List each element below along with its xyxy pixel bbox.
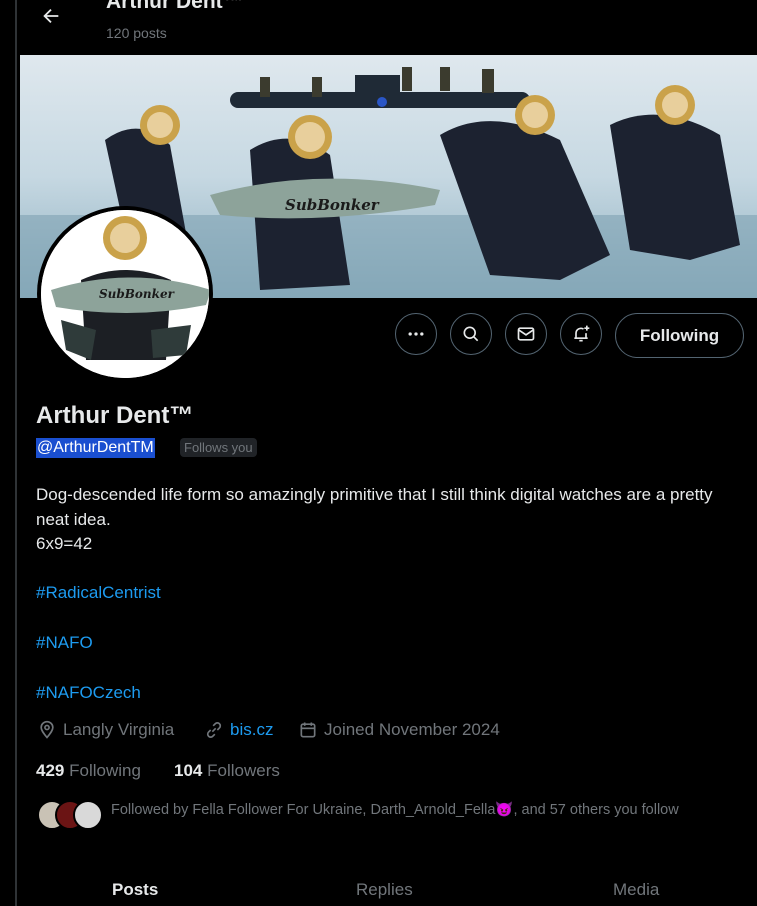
more-icon	[408, 332, 424, 336]
search-button[interactable]	[450, 313, 492, 355]
followers-count: 104	[174, 761, 203, 780]
join-date-text: Joined November 2024	[324, 720, 500, 739]
link-icon	[206, 722, 222, 738]
header-title: Arthur Dent™	[106, 0, 244, 13]
location-text: Langly Virginia	[63, 720, 175, 739]
back-button[interactable]	[33, 0, 69, 32]
display-name: Arthur Dent™	[36, 402, 194, 429]
join-date: Joined November 2024	[298, 720, 500, 740]
profile-page: Arthur Dent™ 120 posts SubBonker SubBonk…	[0, 0, 757, 906]
banner-shark-text: SubBonker	[285, 196, 380, 214]
location-pin-icon	[40, 720, 54, 739]
bio-line: 6x9=42	[36, 534, 93, 553]
bio: Dog-descended life form so amazingly pri…	[36, 483, 748, 557]
bell-plus-icon	[574, 325, 590, 342]
followed-by-text[interactable]: Followed by Fella Follower For Ukraine, …	[111, 800, 731, 820]
following-label: Following	[69, 761, 141, 780]
avatar-image: SubBonker	[41, 210, 209, 378]
hashtag-link[interactable]: #RadicalCentrist	[36, 583, 161, 603]
avatar[interactable]: SubBonker	[37, 206, 213, 382]
search-icon	[463, 326, 479, 342]
following-count: 429	[36, 761, 65, 780]
tab-replies[interactable]: Replies	[356, 880, 413, 900]
follows-you-badge: Follows you	[180, 438, 257, 457]
envelope-icon	[517, 327, 535, 341]
header-post-count: 120 posts	[106, 25, 167, 41]
devil-emoji-icon: 😈	[495, 802, 514, 818]
followers-label: Followers	[207, 761, 280, 780]
more-button[interactable]	[395, 313, 437, 355]
avatar	[73, 800, 103, 830]
hashtag-link[interactable]: #NAFO	[36, 633, 93, 653]
profile-header: Arthur Dent™ 120 posts	[17, 0, 757, 52]
calendar-icon	[300, 722, 316, 738]
location: Langly Virginia	[37, 720, 174, 740]
avatar-shark-text: SubBonker	[99, 287, 176, 301]
following-count-link[interactable]: 429 Following	[36, 761, 141, 781]
following-button[interactable]: Following	[615, 313, 744, 358]
followed-by-others: , and 57 others you follow	[513, 802, 679, 818]
hashtag-link[interactable]: #NAFOCzech	[36, 683, 141, 703]
followed-by-names: Followed by Fella Follower For Ukraine, …	[111, 802, 496, 818]
followers-count-link[interactable]: 104 Followers	[174, 761, 280, 781]
tab-posts[interactable]: Posts	[112, 880, 158, 900]
tab-media[interactable]: Media	[613, 880, 659, 900]
message-button[interactable]	[505, 313, 547, 355]
followed-by-avatars[interactable]	[37, 800, 103, 830]
website-link[interactable]: bis.cz	[230, 720, 273, 740]
arrow-left-icon	[43, 8, 59, 24]
bio-line: Dog-descended life form so amazingly pri…	[36, 485, 713, 529]
handle: @ArthurDentTM	[36, 438, 155, 458]
notifications-button[interactable]	[560, 313, 602, 355]
column-divider	[15, 0, 17, 906]
website[interactable]: bis.cz	[204, 720, 273, 740]
